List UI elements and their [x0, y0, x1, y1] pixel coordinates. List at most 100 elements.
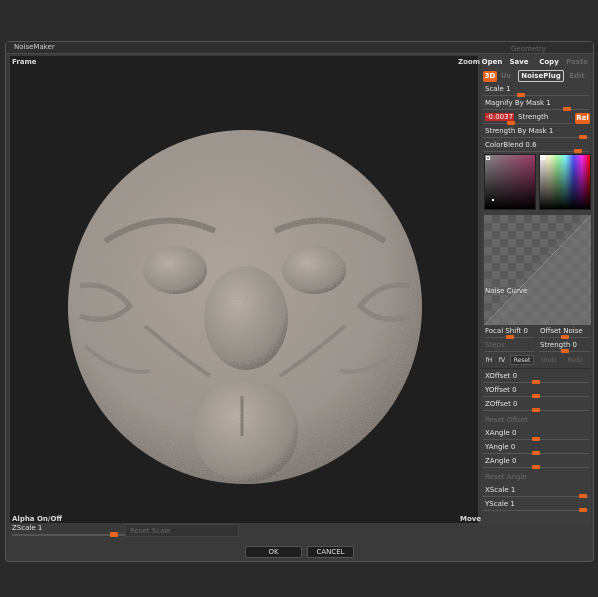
yoffset-slider[interactable]: YOffset 0 — [481, 385, 591, 399]
colorblend-label: ColorBlend 0.6 — [485, 141, 537, 149]
zoffset-handle[interactable] — [532, 408, 540, 412]
yangle-handle[interactable] — [532, 451, 540, 455]
app-background-strip — [0, 0, 598, 42]
strength-by-mask-slider[interactable]: Strength By Mask 1 — [481, 126, 591, 140]
yangle-slider[interactable]: YAngle 0 — [481, 442, 591, 456]
strength-curve-label: Strength 0 — [540, 341, 577, 349]
xscale-slider[interactable]: XScale 1 — [481, 485, 591, 499]
zoffset-slider[interactable]: ZOffset 0 — [481, 399, 591, 413]
strength-mask-track — [483, 137, 589, 138]
mode-uv-button[interactable]: Uv — [499, 71, 513, 82]
focal-shift-slider[interactable]: Focal Shift 0 — [483, 326, 537, 340]
yscale-slider[interactable]: YScale 1 — [481, 499, 591, 513]
alpha-toggle-button[interactable]: Alpha On/Off — [12, 515, 62, 523]
yangle-label: YAngle 0 — [485, 443, 516, 451]
paste-button[interactable]: Paste — [565, 57, 589, 68]
save-button[interactable]: Save — [508, 57, 530, 68]
offset-noise-handle[interactable] — [561, 335, 569, 339]
dialog-titlebar: NoiseMaker Geometry — [6, 42, 593, 54]
colorblend-handle[interactable] — [574, 149, 583, 153]
magnify-label: Magnify By Mask 1 — [485, 99, 551, 107]
zangle-label: ZAngle 0 — [485, 457, 517, 465]
strength-mask-handle[interactable] — [579, 135, 588, 139]
color-picker-2[interactable] — [539, 154, 591, 210]
move-button[interactable]: Move — [460, 515, 481, 523]
strength-handle[interactable] — [506, 121, 515, 125]
yoffset-label: YOffset 0 — [485, 386, 517, 394]
divider — [481, 368, 591, 369]
zscale-slider[interactable] — [12, 534, 126, 536]
scale-track — [483, 95, 589, 96]
noise-preview-image — [68, 130, 422, 484]
strength-curve-slider[interactable]: Strength 0 — [538, 340, 592, 354]
mode-3d-button[interactable]: 3D — [483, 71, 497, 82]
offset-noise-label: Offset Noise — [540, 327, 583, 335]
scale-handle[interactable] — [517, 93, 526, 97]
xangle-slider[interactable]: XAngle 0 — [481, 428, 591, 442]
focal-shift-label: Focal Shift 0 — [485, 327, 528, 335]
xangle-handle[interactable] — [532, 437, 540, 441]
redo-button[interactable]: Redo — [565, 356, 585, 366]
geometry-label: Geometry — [511, 45, 546, 53]
steps-label: Steps — [485, 341, 505, 349]
color-picker-1-marker — [486, 156, 490, 160]
flip-v-button[interactable]: fV — [497, 356, 507, 366]
yscale-label: YScale 1 — [485, 500, 515, 508]
zoffset-label: ZOffset 0 — [485, 400, 518, 408]
xoffset-label: XOffset 0 — [485, 372, 518, 380]
strength-label: Strength — [518, 113, 549, 121]
colorblend-slider[interactable]: ColorBlend 0.6 — [481, 140, 591, 154]
undo-button[interactable]: Undo — [539, 356, 559, 366]
xoffset-slider[interactable]: XOffset 0 — [481, 371, 591, 385]
reset-scale-button[interactable]: Reset Scale — [125, 524, 239, 537]
yscale-handle[interactable] — [579, 508, 588, 512]
reset-offset-button[interactable]: Reset Offset — [481, 416, 591, 426]
strength-curve-handle[interactable] — [561, 349, 569, 353]
magnify-by-mask-slider[interactable]: Magnify By Mask 1 — [481, 98, 591, 112]
strength-slider[interactable]: -0.0037 Strength Rel — [481, 112, 591, 126]
copy-button[interactable]: Copy — [537, 57, 561, 68]
offset-noise-slider[interactable]: Offset Noise — [538, 326, 592, 340]
settings-panel: Open Save Copy Paste 3D Uv NoisePlug Edi… — [481, 55, 591, 525]
zscale-controls: ZScale 1 Reset Scale — [10, 524, 480, 540]
color-picker-1[interactable] — [484, 154, 536, 210]
xscale-label: XScale 1 — [485, 486, 516, 494]
magnify-handle[interactable] — [563, 107, 572, 111]
zscale-label: ZScale 1 — [12, 524, 43, 532]
noise-curve-editor[interactable] — [484, 215, 591, 325]
scale-label: Scale 1 — [485, 85, 511, 93]
strength-value[interactable]: -0.0037 — [485, 113, 515, 121]
xoffset-handle[interactable] — [532, 380, 540, 384]
color-picker-1-cursor — [492, 199, 494, 201]
open-button[interactable]: Open — [481, 57, 503, 68]
reset-angle-button[interactable]: Reset Angle — [481, 473, 591, 483]
strength-track — [483, 123, 573, 124]
rel-button[interactable]: Rel — [575, 113, 590, 124]
noiseplug-button[interactable]: NoisePlug — [518, 70, 564, 82]
magnify-track — [483, 109, 589, 110]
yoffset-handle[interactable] — [532, 394, 540, 398]
noisemaker-dialog: NoiseMaker Geometry Frame Zoom Alpha On/… — [5, 41, 594, 562]
preview-viewport[interactable]: Frame Zoom Alpha On/Off Move — [10, 56, 481, 523]
zoom-button[interactable]: Zoom — [458, 58, 480, 66]
edit-button[interactable]: Edit — [566, 71, 588, 82]
strength-mask-label: Strength By Mask 1 — [485, 127, 554, 135]
frame-button[interactable]: Frame — [12, 58, 37, 66]
zangle-handle[interactable] — [532, 465, 540, 469]
colorblend-track — [483, 151, 589, 152]
flip-h-button[interactable]: fH — [484, 356, 494, 366]
xscale-track — [483, 496, 589, 497]
steps-slider[interactable]: Steps — [483, 340, 537, 354]
xangle-label: XAngle 0 — [485, 429, 517, 437]
xscale-handle[interactable] — [579, 494, 588, 498]
cancel-button[interactable]: CANCEL — [307, 546, 354, 558]
scale-slider[interactable]: Scale 1 — [481, 84, 591, 98]
ok-button[interactable]: OK — [245, 546, 302, 558]
zscale-slider-handle[interactable] — [109, 532, 118, 537]
steps-track — [485, 351, 535, 352]
reset-curve-button[interactable]: Reset — [510, 355, 534, 365]
focal-shift-handle[interactable] — [506, 335, 514, 339]
yscale-track — [483, 510, 589, 511]
zangle-slider[interactable]: ZAngle 0 — [481, 456, 591, 470]
noise-curve-label: Noise Curve — [485, 287, 528, 295]
